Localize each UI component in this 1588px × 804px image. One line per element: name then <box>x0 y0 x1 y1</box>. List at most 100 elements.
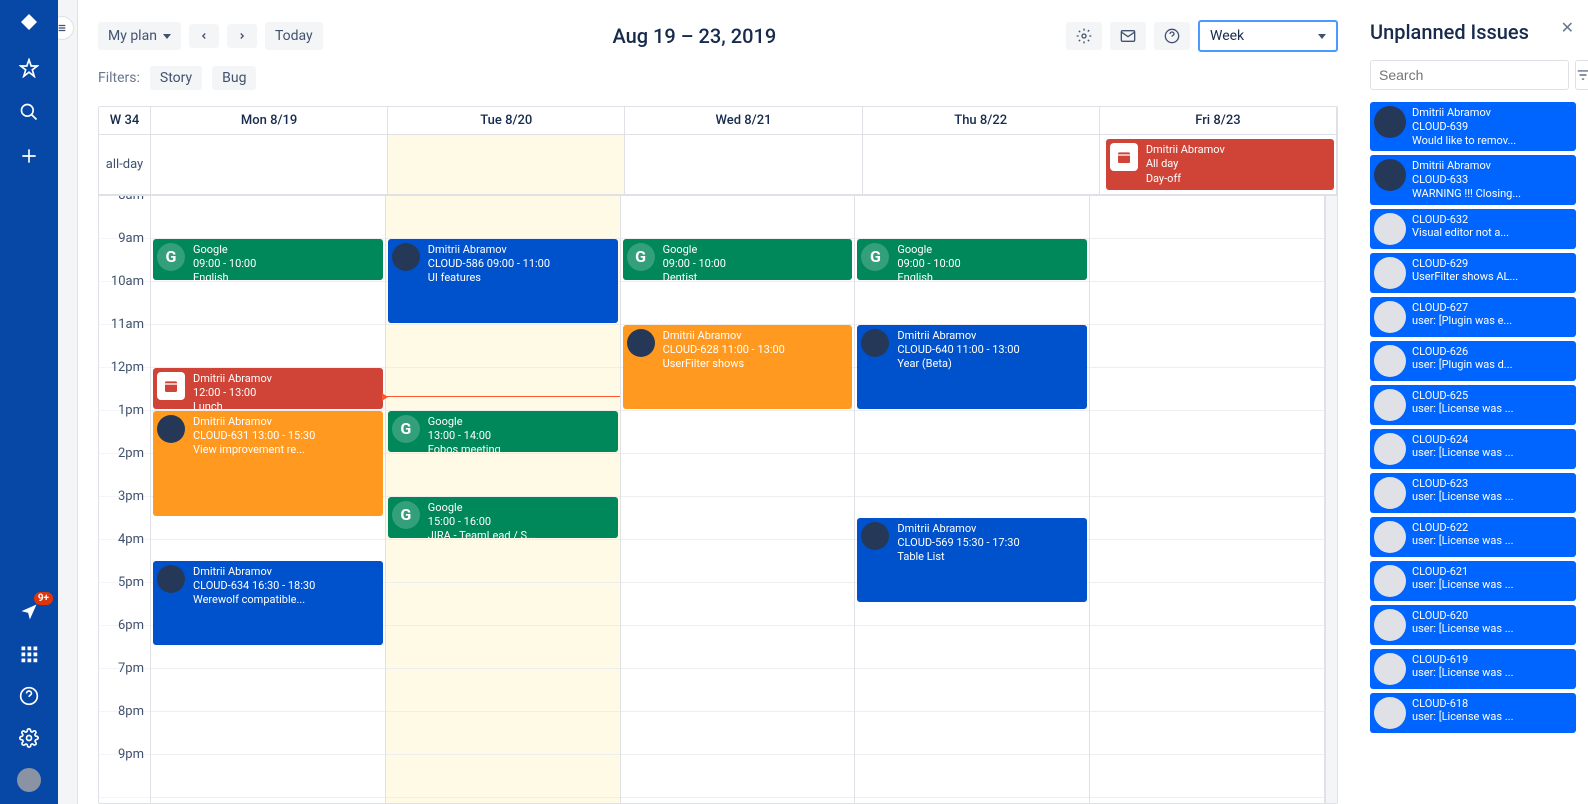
today-button[interactable]: Today <box>265 22 323 50</box>
issue-card[interactable]: CLOUD-624user: [License was ... <box>1370 429 1576 469</box>
allday-event[interactable]: Dmitrii Abramov All day Day-off <box>1106 139 1334 190</box>
calendar-event[interactable]: Dmitrii AbramovCLOUD-640 11:00 - 13:00Ye… <box>857 325 1087 409</box>
view-select[interactable]: Week <box>1198 20 1338 52</box>
event-time: CLOUD-631 13:00 - 15:30 <box>193 429 377 443</box>
scrollbar[interactable] <box>1325 196 1337 803</box>
mail-button[interactable] <box>1110 22 1146 50</box>
avatar <box>1374 213 1406 245</box>
hour-label: 10am <box>111 274 144 289</box>
issue-summary: user: [License was ... <box>1412 622 1570 636</box>
settings-icon[interactable] <box>17 726 41 750</box>
issue-card[interactable]: CLOUD-618user: [License was ... <box>1370 693 1576 733</box>
issue-key: CLOUD-618 <box>1412 697 1570 711</box>
chevron-down-icon <box>163 34 171 39</box>
issue-key: CLOUD-619 <box>1412 653 1570 667</box>
calendar-event[interactable]: GGoogle13:00 - 14:00Fobos meeting <box>388 411 618 452</box>
calendar-event[interactable]: Dmitrii AbramovCLOUD-628 11:00 - 13:00Us… <box>623 325 853 409</box>
event-owner: Dmitrii Abramov <box>663 329 847 343</box>
avatar-icon <box>861 329 889 357</box>
calendar-event[interactable]: Dmitrii AbramovCLOUD-631 13:00 - 15:30Vi… <box>153 411 383 516</box>
jira-logo-icon[interactable] <box>17 12 41 36</box>
issue-card[interactable]: CLOUD-629UserFilter shows AL... <box>1370 253 1576 293</box>
calendar-event[interactable]: Dmitrii AbramovCLOUD-569 15:30 - 17:30Ta… <box>857 518 1087 602</box>
allday-cell[interactable] <box>863 135 1100 194</box>
allday-cell[interactable] <box>625 135 862 194</box>
calendar-event[interactable]: Dmitrii AbramovCLOUD-586 09:00 - 11:00UI… <box>388 239 618 323</box>
filter-chip-story[interactable]: Story <box>150 66 202 90</box>
issue-summary: user: [License was ... <box>1412 402 1570 416</box>
calendar-event[interactable]: GGoogle09:00 - 10:00English <box>857 239 1087 280</box>
avatar <box>1374 565 1406 597</box>
filter-icon[interactable] <box>1575 60 1588 90</box>
star-icon[interactable] <box>17 56 41 80</box>
event-title: Table List <box>897 550 1081 564</box>
day-column-fri[interactable] <box>1090 196 1325 803</box>
issue-card[interactable]: Dmitrii AbramovCLOUD-639Would like to re… <box>1370 102 1576 151</box>
hour-label: 5pm <box>118 575 144 590</box>
avatar <box>1374 345 1406 377</box>
calendar-body[interactable]: 8am9am10am11am12pm1pm2pm3pm4pm5pm6pm7pm8… <box>99 196 1337 803</box>
calendar-event[interactable]: GGoogle09:00 - 10:00Dentist <box>623 239 853 280</box>
avatar-icon <box>861 522 889 550</box>
issue-card[interactable]: Dmitrii AbramovCLOUD-633WARNING !!! Clos… <box>1370 155 1576 204</box>
allday-cell[interactable]: Dmitrii Abramov All day Day-off <box>1100 135 1337 194</box>
issue-summary: user: [License was ... <box>1412 710 1570 724</box>
hour-label: 11am <box>111 317 144 332</box>
issue-card[interactable]: CLOUD-627user: [Plugin was e... <box>1370 297 1576 337</box>
search-icon[interactable] <box>17 100 41 124</box>
issue-card[interactable]: CLOUD-620user: [License was ... <box>1370 605 1576 645</box>
issue-card[interactable]: CLOUD-622user: [License was ... <box>1370 517 1576 557</box>
next-button[interactable] <box>227 24 257 48</box>
issue-card[interactable]: CLOUD-626user: [Plugin was d... <box>1370 341 1576 381</box>
panel-title: Unplanned Issues <box>1370 20 1576 44</box>
avatar <box>1374 301 1406 333</box>
day-header: Mon 8/19 <box>151 107 388 134</box>
event-title: View improvement re... <box>193 443 377 457</box>
calendar-event[interactable]: GGoogle15:00 - 16:00JIRA - TeamLead / S.… <box>388 497 618 538</box>
plan-dropdown[interactable]: My plan <box>98 22 181 50</box>
search-input[interactable] <box>1370 60 1569 90</box>
help-icon[interactable] <box>17 684 41 708</box>
plus-icon[interactable] <box>17 144 41 168</box>
issue-card[interactable]: CLOUD-625user: [License was ... <box>1370 385 1576 425</box>
issue-key: CLOUD-629 <box>1412 257 1570 271</box>
calendar-event[interactable]: Dmitrii AbramovCLOUD-634 16:30 - 18:30We… <box>153 561 383 645</box>
issue-summary: WARNING !!! Closing... <box>1412 187 1570 201</box>
issue-key: CLOUD-620 <box>1412 609 1570 623</box>
prev-button[interactable] <box>189 24 219 48</box>
notification-badge: 9+ <box>34 592 53 605</box>
issues-list[interactable]: Dmitrii AbramovCLOUD-639Would like to re… <box>1370 102 1576 804</box>
avatar-icon <box>392 243 420 271</box>
issue-owner: Dmitrii Abramov <box>1412 159 1570 173</box>
avatar <box>1374 653 1406 685</box>
issue-card[interactable]: CLOUD-623user: [License was ... <box>1370 473 1576 513</box>
settings-button[interactable] <box>1066 22 1102 50</box>
allday-cell[interactable] <box>388 135 625 194</box>
issue-card[interactable]: CLOUD-632Visual editor not a... <box>1370 209 1576 249</box>
issue-summary: user: [Plugin was e... <box>1412 314 1570 328</box>
help-button[interactable] <box>1154 22 1190 50</box>
day-column-thu[interactable]: GGoogle09:00 - 10:00English Dmitrii Abram… <box>855 196 1090 803</box>
issue-key: CLOUD-632 <box>1412 213 1570 227</box>
main-content: My plan Today Aug 19 – 23, 2019 <box>78 0 1358 804</box>
day-column-tue[interactable]: Dmitrii AbramovCLOUD-586 09:00 - 11:00UI… <box>386 196 621 803</box>
event-time: CLOUD-569 15:30 - 17:30 <box>897 536 1081 550</box>
calendar-event[interactable]: Dmitrii Abramov12:00 - 13:00Lunch <box>153 368 383 409</box>
issue-key: CLOUD-627 <box>1412 301 1570 315</box>
filter-chip-bug[interactable]: Bug <box>212 66 256 90</box>
close-icon[interactable]: ✕ <box>1561 18 1574 37</box>
hour-label: 8pm <box>118 704 144 719</box>
day-column-mon[interactable]: GGoogle09:00 - 10:00English Dmitrii Abram… <box>151 196 386 803</box>
allday-cell[interactable] <box>151 135 388 194</box>
day-column-wed[interactable]: GGoogle09:00 - 10:00Dentist Dmitrii Abram… <box>621 196 856 803</box>
profile-avatar[interactable] <box>17 768 41 792</box>
calendar-header: W 34 Mon 8/19 Tue 8/20 Wed 8/21 Thu 8/22… <box>99 107 1337 135</box>
calendar-event[interactable]: GGoogle09:00 - 10:00English <box>153 239 383 280</box>
event-time: 09:00 - 10:00 <box>663 257 847 271</box>
notifications-icon[interactable]: 9+ <box>17 600 41 624</box>
issue-card[interactable]: CLOUD-619user: [License was ... <box>1370 649 1576 689</box>
app-switcher-icon[interactable] <box>17 642 41 666</box>
event-time: CLOUD-628 11:00 - 13:00 <box>663 343 847 357</box>
issue-card[interactable]: CLOUD-621user: [License was ... <box>1370 561 1576 601</box>
day-header: Fri 8/23 <box>1100 107 1337 134</box>
